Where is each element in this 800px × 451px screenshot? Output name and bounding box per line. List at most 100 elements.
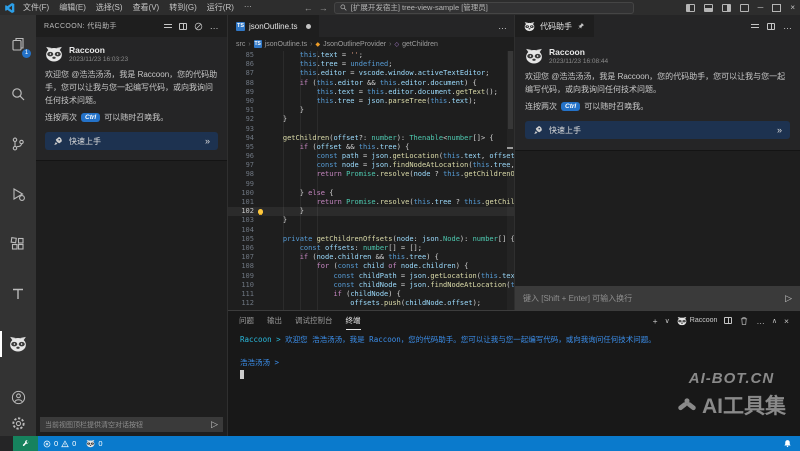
send-icon[interactable]: ▷ xyxy=(785,293,792,304)
code-line-105[interactable]: 105 private getChildrenOffsets(node: jso… xyxy=(228,235,514,244)
maximize-panel-icon[interactable]: ∧ xyxy=(772,317,777,325)
line-number: 90 xyxy=(228,97,254,106)
code-line-102[interactable]: 102 } xyxy=(228,207,514,216)
watermark-brand: AI-BOT.CN xyxy=(677,370,786,387)
code-line-90[interactable]: 90 this.tree = json.parseTree(this.text)… xyxy=(228,97,514,106)
assistant-chat-input[interactable]: 键入 [Shift + Enter] 可输入换行 ▷ xyxy=(515,286,800,310)
code-line-100[interactable]: 100 } else { xyxy=(228,189,514,198)
nav-forward-icon[interactable]: → xyxy=(319,3,328,13)
sidebar-item-search[interactable] xyxy=(0,69,36,119)
split-terminal-icon[interactable] xyxy=(724,317,732,324)
sidebar-item-explorer[interactable]: 1 xyxy=(0,19,36,69)
sidebar-chat-input[interactable]: 当前视图顶栏提供清空对话按钮 ▷ xyxy=(40,417,223,432)
code-line-108[interactable]: 108 for (const child of node.children) { xyxy=(228,262,514,271)
new-terminal-icon[interactable]: + xyxy=(653,316,658,326)
send-icon[interactable]: ▷ xyxy=(211,419,218,430)
menu-more[interactable]: ··· xyxy=(244,2,252,13)
breadcrumb-src[interactable]: src xyxy=(236,41,245,48)
code-line-87[interactable]: 87 this.editor = vscode.window.activeTex… xyxy=(228,69,514,78)
sidebar-item-extensions[interactable] xyxy=(0,219,36,269)
code-line-110[interactable]: 110 const childNode = json.findNodeAtLoc… xyxy=(228,281,514,290)
code-line-93[interactable]: 93 xyxy=(228,125,514,134)
menu-view[interactable]: 查看(V) xyxy=(133,2,160,13)
command-center-search[interactable]: [扩展开发宿主] tree-view-sample [管理员] xyxy=(334,2,634,14)
code-line-101[interactable]: 101 return Promise.resolve(this.tree ? t… xyxy=(228,198,514,207)
breadcrumb-class[interactable]: JsonOutlineProvider xyxy=(323,41,386,48)
kill-terminal-icon[interactable] xyxy=(739,316,749,326)
menu-selection[interactable]: 选择(S) xyxy=(96,2,123,13)
line-number: 92 xyxy=(228,115,254,124)
toggle-panel-icon[interactable] xyxy=(704,4,713,12)
code-line-94[interactable]: 94 getChildren(offset?: number): Thenabl… xyxy=(228,134,514,143)
minimize-icon[interactable]: ─ xyxy=(758,3,764,12)
more-icon[interactable]: … xyxy=(210,21,219,31)
code-line-103[interactable]: 103 } xyxy=(228,216,514,225)
tab-code-assistant[interactable]: 代码助手 xyxy=(515,15,594,37)
notifications-button[interactable] xyxy=(783,439,800,448)
stop-icon[interactable] xyxy=(194,22,203,31)
code-line-98[interactable]: 98 return Promise.resolve(node ? this.ge… xyxy=(228,170,514,179)
settings-list-icon[interactable] xyxy=(164,24,172,28)
editor-scrollbar[interactable] xyxy=(507,51,514,310)
lightbulb-icon[interactable] xyxy=(258,209,263,214)
raccoon-status[interactable]: 0 xyxy=(81,439,107,448)
settings-list-icon[interactable] xyxy=(751,24,759,28)
split-editor-icon[interactable] xyxy=(767,23,775,30)
nav-back-icon[interactable]: ← xyxy=(304,3,313,13)
code-area[interactable]: 85 this.text = '';86 this.tree = undefin… xyxy=(228,51,514,310)
sidebar-item-source-control[interactable] xyxy=(0,119,36,169)
code-line-111[interactable]: 111 if (childNode) { xyxy=(228,290,514,299)
code-line-104[interactable]: 104 xyxy=(228,226,514,235)
code-line-107[interactable]: 107 if (node.children && this.tree) { xyxy=(228,253,514,262)
code-line-91[interactable]: 91 } xyxy=(228,106,514,115)
code-line-85[interactable]: 85 this.text = ''; xyxy=(228,51,514,60)
code-line-89[interactable]: 89 this.text = this.editor.document.getT… xyxy=(228,88,514,97)
menu-edit[interactable]: 编辑(E) xyxy=(59,2,86,13)
editor-actions-more-icon[interactable]: … xyxy=(498,21,514,31)
code-line-106[interactable]: 106 const offsets: number[] = []; xyxy=(228,244,514,253)
quick-start-button[interactable]: 快速上手 » xyxy=(525,121,790,139)
code-line-95[interactable]: 95 if (offset && this.tree) { xyxy=(228,143,514,152)
scrollbar-thumb[interactable] xyxy=(508,51,513,129)
account-button[interactable] xyxy=(0,384,36,410)
more-icon[interactable]: … xyxy=(756,316,765,326)
more-icon[interactable]: … xyxy=(783,21,792,31)
editor-tab-bar: TS jsonOutline.ts … xyxy=(228,15,514,37)
chevron-down-icon[interactable]: ∨ xyxy=(665,317,670,325)
tab-problems[interactable]: 问题 xyxy=(239,311,254,330)
sidebar-item-raccoon[interactable] xyxy=(0,319,36,369)
tab-jsonoutline[interactable]: TS jsonOutline.ts xyxy=(228,15,319,37)
code-line-112[interactable]: 112 offsets.push(childNode.offset); xyxy=(228,299,514,308)
problems-status[interactable]: 0 0 xyxy=(38,439,81,448)
maximize-icon[interactable] xyxy=(772,4,781,12)
sidebar-item-test-view[interactable] xyxy=(0,269,36,319)
code-line-86[interactable]: 86 this.tree = undefined; xyxy=(228,60,514,69)
close-panel-icon[interactable]: × xyxy=(784,316,789,326)
sidebar-item-run-debug[interactable] xyxy=(0,169,36,219)
code-line-109[interactable]: 109 const childPath = json.getLocation(t… xyxy=(228,272,514,281)
menu-run[interactable]: 运行(R) xyxy=(207,2,234,13)
customize-layout-icon[interactable] xyxy=(740,4,749,12)
tab-debug-console[interactable]: 调试控制台 xyxy=(295,311,333,330)
code-line-97[interactable]: 97 const node = json.findNodeAtLocation(… xyxy=(228,161,514,170)
code-line-92[interactable]: 92 } xyxy=(228,115,514,124)
code-line-88[interactable]: 88 if (this.editor && this.editor.docume… xyxy=(228,79,514,88)
menu-file[interactable]: 文件(F) xyxy=(23,2,49,13)
pin-icon[interactable] xyxy=(577,22,585,30)
toggle-sidebar-icon[interactable] xyxy=(686,4,695,12)
terminal-profile[interactable]: Raccoon xyxy=(677,316,718,326)
tab-output[interactable]: 输出 xyxy=(267,311,282,330)
tab-terminal[interactable]: 终端 xyxy=(346,311,361,330)
code-line-99[interactable]: 99 xyxy=(228,180,514,189)
unsaved-dot-icon[interactable] xyxy=(306,24,311,29)
breadcrumb-method[interactable]: getChildren xyxy=(402,41,438,48)
quick-start-button[interactable]: 快速上手 » xyxy=(45,132,218,150)
open-in-editor-icon[interactable] xyxy=(179,23,187,30)
breadcrumb-file[interactable]: jsonOutline.ts xyxy=(265,41,307,48)
toggle-secondary-sidebar-icon[interactable] xyxy=(722,4,731,12)
settings-button[interactable] xyxy=(0,410,36,436)
code-line-96[interactable]: 96 const path = json.getLocation(this.te… xyxy=(228,152,514,161)
menu-goto[interactable]: 转到(G) xyxy=(169,2,197,13)
close-icon[interactable]: × xyxy=(790,3,795,12)
remote-indicator[interactable] xyxy=(13,436,38,451)
